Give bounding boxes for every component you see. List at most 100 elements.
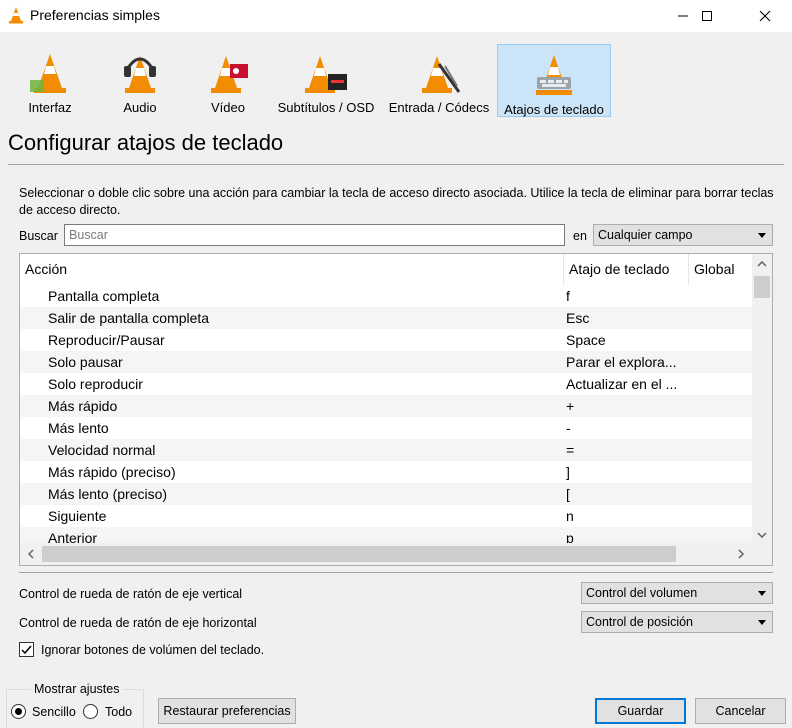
description-text: Seleccionar o doble clic sobre una acció… xyxy=(19,186,774,217)
table-row[interactable]: Más lento - xyxy=(20,417,752,439)
chevron-down-icon xyxy=(758,620,766,625)
close-icon xyxy=(759,10,771,22)
headphones-cone-icon xyxy=(124,56,156,93)
checkmark-icon xyxy=(21,645,32,655)
window-title: Preferencias simples xyxy=(30,7,160,23)
vertical-wheel-value: Control del volumen xyxy=(586,586,698,600)
horizontal-wheel-select[interactable]: Control de posición xyxy=(581,611,773,633)
category-hotkeys[interactable]: Atajos de teclado xyxy=(497,44,611,117)
table-row[interactable]: Solo reproducir Actualizar en el ... xyxy=(20,373,752,395)
row-hotkey: f xyxy=(566,288,570,304)
row-action: Salir de pantalla completa xyxy=(48,310,210,326)
divider xyxy=(19,572,773,573)
row-hotkey: ] xyxy=(566,464,570,480)
horizontal-scrollbar[interactable] xyxy=(20,543,752,565)
table-row[interactable]: Pantalla completa f xyxy=(20,285,752,307)
category-video[interactable]: Vídeo xyxy=(190,44,266,116)
hotkeys-cone-icon xyxy=(536,55,572,95)
table-row[interactable]: Reproducir/Pausar Space xyxy=(20,329,752,351)
row-hotkey: + xyxy=(566,398,575,414)
hotkeys-table[interactable]: Acción Atajo de teclado Global Pantalla … xyxy=(19,253,773,566)
chevron-down-icon xyxy=(758,233,766,238)
close-button[interactable] xyxy=(742,0,788,32)
table-header: Acción Atajo de teclado Global xyxy=(20,254,752,285)
divider xyxy=(8,164,784,165)
table-row[interactable]: Solo pausar Parar el explora... xyxy=(20,351,752,373)
table-row[interactable]: Salir de pantalla completa Esc xyxy=(20,307,752,329)
horizontal-wheel-label: Control de rueda de ratón de eje horizon… xyxy=(19,616,257,630)
horizontal-scroll-thumb[interactable] xyxy=(42,546,676,562)
row-hotkey: [ xyxy=(566,486,570,502)
vlc-cone-icon xyxy=(9,7,23,24)
row-action: Más rápido (preciso) xyxy=(48,464,176,480)
category-label: Vídeo xyxy=(211,100,245,115)
vertical-wheel-select[interactable]: Control del volumen xyxy=(581,582,773,604)
category-label: Subtítulos / OSD xyxy=(277,100,375,115)
save-button[interactable]: Guardar xyxy=(595,698,686,724)
radio-all[interactable] xyxy=(83,704,98,719)
subtitles-cone-icon xyxy=(305,56,347,93)
row-action: Más rápido xyxy=(48,398,118,414)
column-header-global[interactable]: Global xyxy=(688,254,752,285)
category-label: Entrada / Códecs xyxy=(388,100,490,115)
radio-simple[interactable] xyxy=(11,704,26,719)
reset-preferences-button[interactable]: Restaurar preferencias xyxy=(158,698,296,724)
show-settings-legend: Mostrar ajustes xyxy=(31,682,123,696)
search-label: Buscar xyxy=(19,229,58,243)
horizontal-wheel-value: Control de posición xyxy=(586,615,694,629)
maximize-icon xyxy=(702,11,712,21)
input-cone-icon xyxy=(422,56,461,93)
vertical-scroll-thumb[interactable] xyxy=(754,276,770,298)
vertical-scrollbar[interactable] xyxy=(752,254,772,544)
ignore-volume-checkbox[interactable] xyxy=(19,642,34,657)
category-subtitles[interactable]: Subtítulos / OSD xyxy=(276,44,376,116)
search-field-select[interactable]: Cualquier campo xyxy=(593,224,773,246)
vertical-wheel-label: Control de rueda de ratón de eje vertica… xyxy=(19,587,243,601)
radio-selected-dot xyxy=(15,708,22,715)
category-label: Audio xyxy=(123,100,157,115)
table-row[interactable]: Más lento (preciso) [ xyxy=(20,483,752,505)
row-hotkey: Space xyxy=(566,332,606,348)
table-row[interactable]: Siguiente n xyxy=(20,505,752,527)
cancel-button[interactable]: Cancelar xyxy=(695,698,786,724)
row-action: Siguiente xyxy=(48,508,107,524)
scroll-corner xyxy=(752,543,772,565)
interface-cone-icon xyxy=(30,54,66,93)
category-input[interactable]: Entrada / Códecs xyxy=(386,44,492,116)
table-body: Pantalla completa f Salir de pantalla com… xyxy=(20,285,752,549)
column-header-hotkey[interactable]: Atajo de teclado xyxy=(563,254,688,285)
chevron-up-icon[interactable] xyxy=(757,261,767,267)
row-action: Solo pausar xyxy=(48,354,123,370)
table-row[interactable]: Más rápido + xyxy=(20,395,752,417)
row-hotkey: n xyxy=(566,508,574,524)
maximize-button[interactable] xyxy=(684,0,730,32)
search-in-label: en xyxy=(573,229,587,243)
video-cone-icon xyxy=(211,56,248,93)
category-toolbar: Interfaz Audio Vídeo Subtítulos / OSD En… xyxy=(0,40,792,120)
category-audio[interactable]: Audio xyxy=(102,44,178,116)
category-label: Atajos de teclado xyxy=(504,102,604,117)
table-row[interactable]: Velocidad normal = xyxy=(20,439,752,461)
chevron-left-icon[interactable] xyxy=(28,549,34,559)
row-hotkey: Parar el explora... xyxy=(566,354,677,370)
row-action: Más lento xyxy=(48,420,109,436)
row-action: Solo reproducir xyxy=(48,376,143,392)
show-settings-group: Mostrar ajustes Sencillo Todo xyxy=(6,682,144,728)
chevron-right-icon[interactable] xyxy=(738,549,744,559)
row-hotkey: Esc xyxy=(566,310,590,326)
chevron-down-icon[interactable] xyxy=(757,532,767,538)
radio-simple-label: Sencillo xyxy=(32,705,76,719)
search-field-value: Cualquier campo xyxy=(598,228,693,242)
category-label: Interfaz xyxy=(28,100,72,115)
column-header-action[interactable]: Acción xyxy=(20,254,563,285)
category-interface[interactable]: Interfaz xyxy=(12,44,88,116)
row-hotkey: - xyxy=(566,420,571,436)
row-action: Reproducir/Pausar xyxy=(48,332,165,348)
chevron-down-icon xyxy=(758,591,766,596)
title-bar: Preferencias simples xyxy=(0,0,792,32)
table-row[interactable]: Más rápido (preciso)] xyxy=(20,461,752,483)
row-action: Pantalla completa xyxy=(48,288,160,304)
search-input[interactable] xyxy=(64,224,565,246)
page-title: Configurar atajos de teclado xyxy=(8,130,284,155)
row-hotkey: Actualizar en el ... xyxy=(566,376,678,392)
